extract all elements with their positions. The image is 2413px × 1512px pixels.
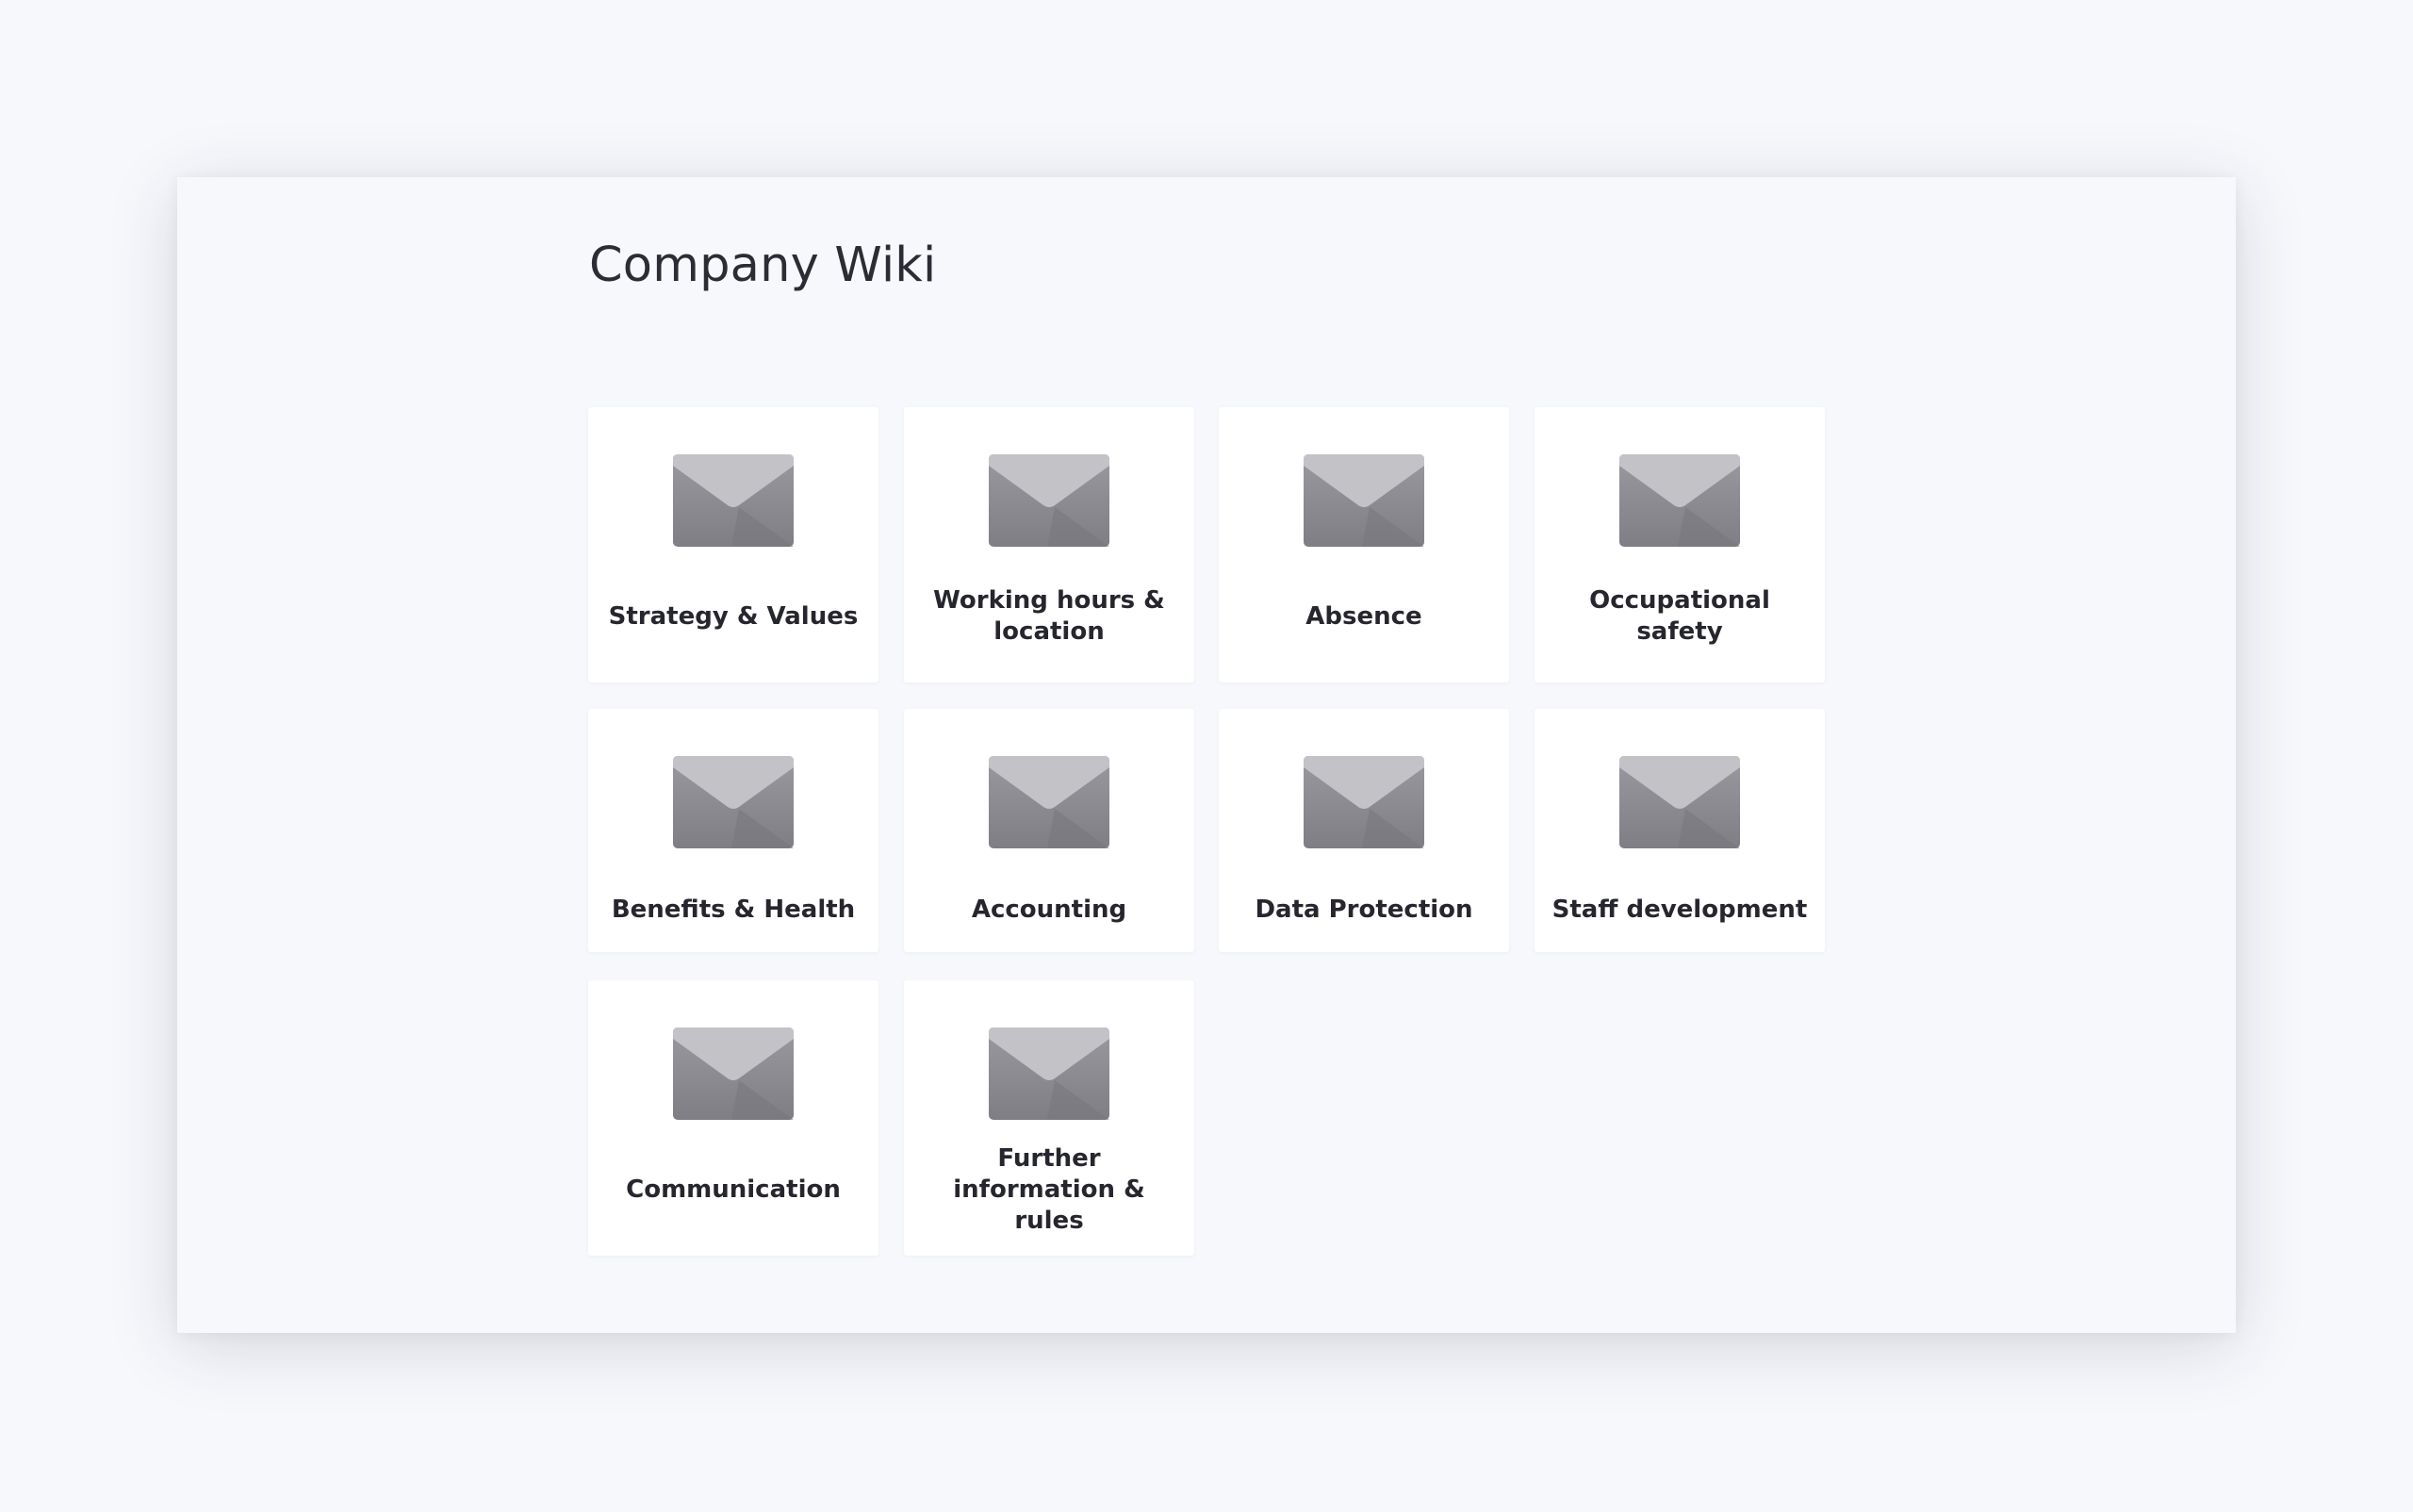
tile-label: Communication bbox=[626, 1175, 841, 1204]
tile-communication[interactable]: Communication bbox=[588, 980, 878, 1256]
tile-working-hours-location[interactable]: Working hours & location bbox=[904, 407, 1194, 682]
envelope-icon bbox=[989, 454, 1109, 547]
tile-label: Occupational safety bbox=[1589, 586, 1770, 646]
tile-strategy-values[interactable]: Strategy & Values bbox=[588, 407, 878, 682]
tile-benefits-health[interactable]: Benefits & Health bbox=[588, 709, 878, 952]
envelope-icon bbox=[1304, 756, 1424, 848]
tile-label: Further information & rules bbox=[953, 1143, 1145, 1235]
tile-accounting[interactable]: Accounting bbox=[904, 709, 1194, 952]
envelope-icon bbox=[673, 756, 794, 848]
tile-label: Strategy & Values bbox=[608, 601, 859, 631]
envelope-icon bbox=[1619, 454, 1740, 547]
page-title: Company Wiki bbox=[589, 238, 937, 293]
tile-label: Benefits & Health bbox=[611, 895, 856, 924]
tile-label: Data Protection bbox=[1255, 895, 1473, 924]
tile-label: Absence bbox=[1305, 601, 1422, 631]
envelope-icon bbox=[1619, 756, 1740, 848]
tile-absence[interactable]: Absence bbox=[1219, 407, 1509, 682]
tile-further-information-rules[interactable]: Further information & rules bbox=[904, 980, 1194, 1256]
wiki-panel bbox=[177, 177, 2236, 1333]
tile-staff-development[interactable]: Staff development bbox=[1535, 709, 1825, 952]
tile-label: Staff development bbox=[1551, 895, 1808, 924]
envelope-icon bbox=[673, 454, 794, 547]
tile-label: Accounting bbox=[971, 895, 1127, 924]
tile-occupational-safety[interactable]: Occupational safety bbox=[1535, 407, 1825, 682]
envelope-icon bbox=[989, 1027, 1109, 1120]
envelope-icon bbox=[1304, 454, 1424, 547]
tile-data-protection[interactable]: Data Protection bbox=[1219, 709, 1509, 952]
tile-label: Working hours & location bbox=[933, 586, 1165, 646]
envelope-icon bbox=[989, 756, 1109, 848]
envelope-icon bbox=[673, 1027, 794, 1120]
